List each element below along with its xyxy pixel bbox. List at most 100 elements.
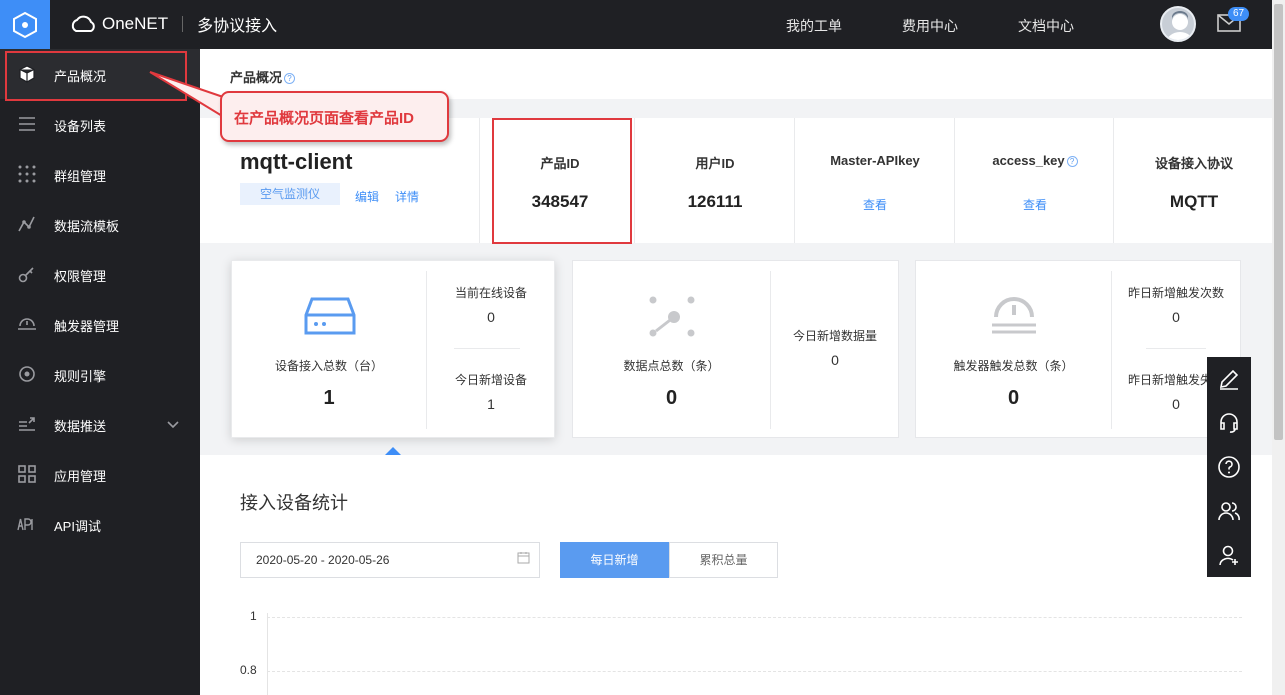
pencil-icon	[1219, 369, 1239, 390]
trigger-stats-card[interactable]: 触发器触发总数（条） 0 昨日新增触发次数 0 昨日新增触发失败次数 0	[915, 260, 1241, 438]
sidebar-item-stream-template[interactable]: 数据流模板	[0, 199, 200, 249]
product-name: mqtt-client	[240, 149, 353, 174]
sidebar-highlight-annotation	[5, 51, 187, 101]
top-bar: OneNET 多协议接入 我的工单 费用中心 文档中心 67	[0, 0, 1272, 49]
feedback-button[interactable]	[1207, 357, 1251, 401]
info-protocol: 设备接入协议 MQTT	[1113, 118, 1273, 243]
trigger-fail-label: 昨日新增触发失败次数	[1128, 373, 1212, 387]
page-title-text: 产品概况	[230, 70, 283, 85]
sidebar-item-permissions[interactable]: 权限管理	[0, 249, 200, 299]
users-icon	[1218, 502, 1240, 521]
data-points-icon	[649, 296, 695, 337]
info-master-apikey: Master-APIkey 查看	[794, 118, 954, 243]
detail-link[interactable]: 详情	[395, 188, 419, 205]
y-tick-label: 1	[250, 609, 257, 623]
new-data-value: 0	[831, 352, 839, 368]
page-title: 产品概况?	[230, 67, 296, 86]
sidebar-item-api-debug[interactable]: API调试	[0, 499, 200, 549]
callout-annotation: 在产品概况页面查看产品ID	[220, 91, 449, 142]
cloud-logo-icon	[71, 15, 95, 32]
help-icon[interactable]: ?	[1066, 156, 1078, 168]
community-button[interactable]	[1207, 489, 1251, 533]
info-label: access_key?	[955, 153, 1115, 168]
new-devices-label: 今日新增设备	[454, 373, 527, 387]
rule-icon	[19, 366, 35, 382]
device-total-value: 1	[323, 387, 335, 409]
selected-card-pointer	[385, 447, 401, 455]
online-devices-label: 当前在线设备	[454, 286, 527, 300]
sidebar: 产品概况 设备列表 群组管理 数据流模板 权限管理 触发器管理 规则引擎 数据推…	[0, 49, 200, 695]
sidebar-item-label: 数据流模板	[54, 219, 120, 234]
product-id-highlight-annotation	[492, 118, 632, 244]
help-icon[interactable]: ?	[284, 73, 296, 85]
floating-toolbar	[1207, 357, 1251, 577]
sidebar-item-label: 数据推送	[54, 419, 107, 434]
new-data-label: 今日新增数据量	[792, 329, 877, 343]
trigger-total-value: 0	[1007, 387, 1020, 409]
add-user-icon	[1219, 545, 1238, 566]
nav-docs[interactable]: 文档中心	[1018, 16, 1074, 36]
chart-gridline	[267, 617, 1242, 618]
device-stats-panel: 接入设备统计 2020-05-20 - 2020-05-26 每日新增 累积总量…	[200, 455, 1272, 695]
edit-link[interactable]: 编辑	[355, 188, 379, 205]
scrollbar-thumb[interactable]	[1274, 4, 1283, 440]
protocol-value: MQTT	[1169, 192, 1219, 211]
api-icon	[17, 518, 33, 531]
datapoint-total-label: 数据点总数（条）	[623, 359, 720, 373]
date-range-picker[interactable]: 2020-05-20 - 2020-05-26	[240, 542, 540, 578]
sidebar-item-triggers[interactable]: 触发器管理	[0, 299, 200, 349]
trigger-count-value: 0	[1172, 309, 1180, 325]
access-key-label: access_key	[992, 153, 1065, 168]
device-stats-card[interactable]: 设备接入总数（台） 1 当前在线设备 0 今日新增设备 1	[231, 260, 555, 438]
calendar-icon[interactable]	[517, 551, 530, 564]
apps-icon	[18, 465, 36, 483]
key-icon	[18, 267, 34, 283]
section-title: 接入设备统计	[240, 493, 348, 513]
avatar[interactable]	[1160, 6, 1196, 42]
callout-text: 在产品概况页面查看产品ID	[234, 110, 415, 127]
info-user-id: 用户ID 126111	[634, 118, 794, 243]
info-label: 用户ID	[695, 156, 735, 171]
info-label: 设备接入协议	[1154, 156, 1233, 171]
push-icon	[19, 417, 35, 431]
list-icon	[19, 117, 35, 131]
view-apikey-link[interactable]: 查看	[795, 196, 955, 213]
mail-count-badge: 67	[1228, 7, 1250, 21]
sidebar-item-device-list[interactable]: 设备列表	[0, 99, 200, 149]
sidebar-item-label: 规则引擎	[54, 369, 107, 384]
trigger-gauge-icon	[992, 297, 1036, 334]
nav-my-tickets[interactable]: 我的工单	[786, 16, 842, 36]
brand: OneNET 多协议接入	[68, 12, 277, 36]
add-user-button[interactable]	[1207, 533, 1251, 577]
trigger-total-label: 触发器触发总数（条）	[953, 359, 1074, 373]
chart-gridline	[267, 671, 1242, 672]
sidebar-item-app-management[interactable]: 应用管理	[0, 449, 200, 499]
trigger-icon	[18, 318, 36, 330]
chevron-down-icon[interactable]	[166, 417, 180, 431]
device-total-label: 设备接入总数（台）	[274, 359, 383, 373]
sidebar-item-label: 应用管理	[54, 469, 107, 484]
sidebar-item-label: API调试	[54, 519, 101, 534]
section-name: 多协议接入	[197, 18, 278, 35]
user-id-value: 126111	[687, 192, 743, 211]
info-label: Master-APIkey	[830, 153, 920, 168]
info-access-key: access_key? 查看	[954, 118, 1114, 243]
view-access-key-link[interactable]: 查看	[955, 196, 1115, 213]
hexagon-logo-icon	[13, 11, 37, 38]
server-icon	[304, 297, 356, 335]
sidebar-item-groups[interactable]: 群组管理	[0, 149, 200, 199]
grid-dots-icon	[18, 165, 36, 183]
sidebar-item-rule-engine[interactable]: 规则引擎	[0, 349, 200, 399]
stats-mode-toggle: 每日新增 累积总量	[560, 542, 778, 578]
help-button[interactable]	[1207, 445, 1251, 489]
sidebar-item-data-push[interactable]: 数据推送	[0, 399, 200, 449]
nav-billing[interactable]: 费用中心	[902, 16, 958, 36]
product-tag: 空气监测仪	[240, 183, 340, 205]
cumulative-total-button[interactable]: 累积总量	[669, 542, 778, 578]
home-logo-button[interactable]	[0, 0, 50, 49]
support-button[interactable]	[1207, 401, 1251, 445]
datapoint-total-value: 0	[665, 387, 678, 409]
online-devices-value: 0	[487, 309, 495, 325]
daily-new-button[interactable]: 每日新增	[560, 542, 669, 578]
datapoint-stats-card[interactable]: 数据点总数（条） 0 今日新增数据量 0	[572, 260, 899, 438]
